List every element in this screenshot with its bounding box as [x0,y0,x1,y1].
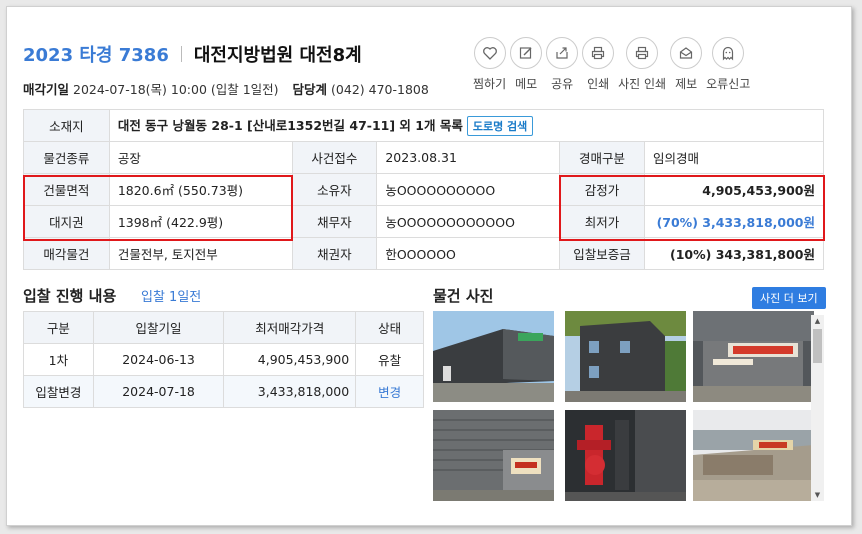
table-row: 입찰변경 2024-07-18 3,433,818,000 변경 [23,375,424,408]
road-search-button[interactable]: 도로명 검색 [466,116,534,136]
location-cell: 대전 동구 낭월동 28-1 [산내로1352번길 47-11] 외 1개 목록… [108,109,825,142]
col-header-date: 입찰기일 [92,311,225,344]
bid-dday-link[interactable]: 입찰 1일전 [141,286,201,305]
type-label: 물건종류 [23,141,110,174]
sale-items-label: 매각물건 [23,237,110,270]
photo-scrollbar[interactable]: ▲ ▼ [811,315,824,501]
scroll-up-icon[interactable]: ▲ [811,315,824,327]
row-date: 2024-07-18 [92,375,225,408]
memo-button[interactable]: 메모 [510,37,543,92]
deposit-label: 입찰보증금 [559,237,645,270]
share-button[interactable]: 공유 [546,37,579,92]
location-label: 소재지 [23,109,110,142]
report-label: 제보 [675,77,698,91]
row-round: 1차 [23,343,94,376]
row-status: 유찰 [355,343,424,376]
property-photo-6[interactable] [693,410,814,501]
sale-info-line: 매각기일 2024-07-18(목) 10:00 (입찰 1일전) 담당계 (0… [23,79,429,98]
property-photo-2[interactable] [565,311,686,402]
envelope-icon [680,47,693,59]
photos-title: 물건 사진 [433,287,494,305]
row-price: 4,905,453,900 [223,343,357,376]
share-icon [556,47,568,59]
photo-print-button[interactable]: 사진 인쇄 [618,37,666,92]
price-highlight-box [559,175,825,241]
photo-print-label: 사진 인쇄 [618,77,667,91]
row-price: 3,433,818,000 [223,375,357,408]
owner-value: 농OOOOOOOOOO [376,173,561,206]
sale-date: 2024-07-18(목) 10:00 (입찰 1일전) [73,82,279,97]
photo-gallery [431,311,825,501]
location-value: 대전 동구 낭월동 28-1 [산내로1352번길 47-11] 외 1개 목록 [117,118,463,133]
ghost-icon [723,46,734,61]
action-toolbar: 찜하기 메모 공유 인쇄 사진 인쇄 제보 오류신고 [473,37,754,92]
sale-items-value: 건물전부, 토지전부 [108,237,293,270]
type-value: 공장 [108,141,293,174]
debtor-label: 채무자 [291,205,378,238]
share-label: 공유 [551,77,574,91]
dept-label: 담당계 [292,82,328,97]
photo-print-icon [636,46,649,60]
received-label: 사건접수 [291,141,378,174]
error-report-button[interactable]: 오류신고 [706,37,750,92]
print-label: 인쇄 [587,77,610,91]
page-title: 2023 타경 7386 대전지방법원 대전8계 [23,41,362,67]
col-header-round: 구분 [23,311,94,344]
bookmark-button[interactable]: 찜하기 [473,37,506,92]
auction-type-label: 경매구분 [559,141,645,174]
col-header-status: 상태 [355,311,424,344]
col-header-price: 최저매각가격 [223,311,357,344]
property-photo-3[interactable] [693,311,814,402]
property-photo-1[interactable] [433,311,554,402]
pencil-icon [520,47,532,59]
received-value: 2023.08.31 [376,141,561,174]
memo-label: 메모 [515,77,538,91]
row-round: 입찰변경 [23,375,94,408]
bid-history-title: 입찰 진행 내용 [23,287,117,305]
auction-type-value: 임의경매 [643,141,825,174]
bookmark-label: 찜하기 [473,77,507,91]
bid-history-table: 구분 입찰기일 최저매각가격 상태 1차 2024-06-13 4,905,45… [23,311,424,408]
table-row: 1차 2024-06-13 4,905,453,900 유찰 [23,343,424,376]
more-photos-button[interactable]: 사진 더 보기 [752,287,826,309]
error-report-label: 오류신고 [706,77,751,91]
property-photo-4[interactable] [433,410,554,501]
print-button[interactable]: 인쇄 [582,37,615,92]
court-name: 대전지방법원 대전8계 [193,45,362,66]
row-status: 변경 [355,375,424,408]
area-highlight-box [23,175,293,241]
case-number: 2023 타경 7386 [23,45,169,66]
title-divider [180,46,182,62]
creditor-value: 한OOOOOO [376,237,561,270]
sale-date-label: 매각기일 [23,82,70,97]
creditor-label: 채권자 [291,237,378,270]
owner-label: 소유자 [291,173,378,206]
property-photo-5[interactable] [565,410,686,501]
auction-detail-card: 2023 타경 7386 대전지방법원 대전8계 매각기일 2024-07-18… [6,6,852,526]
deposit-value: (10%) 343,381,800원 [643,237,825,270]
heart-icon [482,47,497,60]
scrollbar-thumb[interactable] [813,329,822,363]
dept-phone: (042) 470-1808 [331,82,429,97]
report-button[interactable]: 제보 [670,37,703,92]
debtor-value: 농OOOOOOOOOOOO [376,205,561,238]
row-date: 2024-06-13 [92,343,225,376]
scroll-down-icon[interactable]: ▼ [811,489,824,501]
printer-icon [592,46,605,60]
